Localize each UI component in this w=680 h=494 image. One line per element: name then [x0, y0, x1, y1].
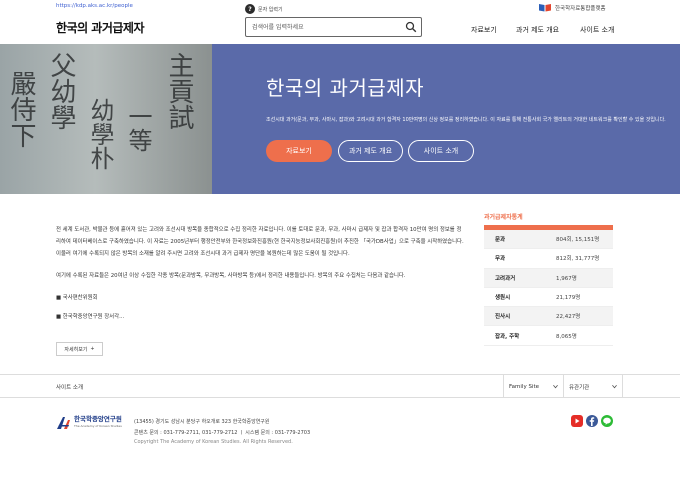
- header: https://kdp.aks.ac.kr/people 한국의 과거급제자 ?…: [0, 0, 680, 44]
- youtube-icon[interactable]: [571, 415, 583, 427]
- stat-label: 진사시: [495, 314, 511, 321]
- stat-value: 22,427명: [556, 314, 581, 321]
- stat-row-mugwa: 무과 812회, 31,777명: [484, 249, 613, 269]
- statistics-table: 문과 804회, 15,151명 무과 812회, 31,777명 고려과거 1…: [484, 230, 613, 346]
- stat-value: 812회, 31,777명: [556, 256, 600, 263]
- hero-glyph-1: 主貢試: [164, 52, 194, 130]
- related-institutions-label: 유관기관: [569, 384, 590, 391]
- search-icon[interactable]: [405, 21, 417, 33]
- footer-link-bar: 사이트 소개 Family Site 유관기관: [0, 374, 680, 398]
- hero-glyph-3: 嚴侍下: [6, 70, 36, 148]
- intro-paragraph-1: 전 세계 도서관, 박물관 등에 흩어져 있는 고려와 조선시대 방목을 종합적…: [56, 227, 464, 257]
- stat-value: 804회, 15,151명: [556, 237, 600, 244]
- character-input-helper[interactable]: ? 문자 입력기: [245, 4, 283, 14]
- footer-site-intro-link[interactable]: 사이트 소개: [56, 383, 83, 391]
- stat-label: 문과: [495, 237, 506, 244]
- search-input[interactable]: [252, 22, 402, 33]
- portal-link[interactable]: 한국학자료통합플랫폼: [538, 3, 606, 12]
- site-logo-title[interactable]: 한국의 과거급제자: [56, 19, 145, 36]
- source-item-1: ■ 국사편찬위원회: [56, 295, 98, 301]
- hero-banner: 主貢試 一等 嚴侍下 父幼學 幼學朴 한국의 과거급제자 조선시대 과거(문과,…: [0, 44, 680, 194]
- portal-label: 한국학자료통합플랫폼: [555, 5, 606, 12]
- stat-label: 생원시: [495, 295, 511, 302]
- footer: 한국학중앙연구원 The Academy of Korean Studies (…: [0, 398, 680, 494]
- more-label: 자세히보기: [64, 346, 88, 353]
- nav-data-view[interactable]: 자료보기: [471, 25, 497, 35]
- stat-label: 고려과거: [495, 275, 516, 282]
- stat-value: 1,967명: [556, 275, 577, 282]
- footer-copyright: Copyright The Academy of Korean Studies.…: [134, 439, 293, 445]
- footer-contacts: 콘텐츠 문의 : 031-779-2711, 031-779-2712 ㅣ 시스…: [134, 430, 311, 436]
- statistics-panel: 과거급제자통계 문과 804회, 15,151명 무과 812회, 31,777…: [484, 212, 613, 346]
- hero-document-image: 主貢試 一等 嚴侍下 父幼學 幼學朴: [0, 44, 212, 194]
- stat-label: 잡과, 주학: [495, 333, 520, 340]
- search-box: [245, 17, 422, 37]
- family-site-label: Family Site: [509, 383, 540, 390]
- chevron-down-icon: [612, 384, 617, 389]
- related-institutions-select[interactable]: 유관기관: [563, 375, 623, 398]
- aks-logo-subtitle: The Academy of Korean Studies: [74, 424, 122, 428]
- help-icon: ?: [245, 4, 255, 14]
- more-button[interactable]: 자세히보기 +: [56, 342, 103, 356]
- facebook-icon[interactable]: [586, 415, 598, 427]
- intro-paragraph-2: 여기에 수록된 자료들은 20여년 이상 수집한 각종 방목(문과방목, 무과방…: [56, 273, 406, 279]
- hero-glyph-5: 幼學朴: [86, 98, 114, 170]
- plus-icon: +: [90, 346, 95, 352]
- stat-row-jinsa: 진사시 22,427명: [484, 307, 613, 327]
- hero-glyph-2: 一等: [124, 104, 152, 152]
- hero-exam-overview-button[interactable]: 과거 제도 개요: [338, 140, 403, 162]
- intro-text: 전 세계 도서관, 박물관 등에 흩어져 있는 고려와 조선시대 방목을 종합적…: [56, 224, 466, 330]
- nav-exam-overview[interactable]: 과거 제도 개요: [516, 25, 559, 35]
- character-input-label: 문자 입력기: [258, 6, 283, 13]
- nav-site-intro[interactable]: 사이트 소개: [580, 25, 614, 35]
- footer-address: (13455) 경기도 성남시 분당구 하오개로 323 한국학중앙연구원: [134, 419, 270, 425]
- stat-label: 무과: [495, 256, 506, 263]
- stat-row-goryeo: 고려과거 1,967명: [484, 268, 613, 288]
- stat-row-mungwa: 문과 804회, 15,151명: [484, 230, 613, 250]
- stat-value: 8,065명: [556, 333, 577, 340]
- aks-logo-name: 한국학중앙연구원: [74, 415, 122, 423]
- stat-row-japgwa: 잡과, 주학 8,065명: [484, 326, 613, 346]
- aks-logo-mark: [57, 417, 70, 429]
- line-icon[interactable]: [601, 415, 613, 427]
- aks-logo[interactable]: 한국학중앙연구원 The Academy of Korean Studies: [56, 416, 122, 430]
- hero-title: 한국의 과거급제자: [266, 76, 425, 100]
- hero-data-view-button[interactable]: 자료보기: [266, 140, 332, 162]
- source-item-2: ■ 한국학중앙연구원 장서각...: [56, 314, 125, 320]
- statistics-title: 과거급제자통계: [484, 214, 523, 221]
- stat-value: 21,179명: [556, 295, 581, 302]
- aks-logo-text: 한국학중앙연구원 The Academy of Korean Studies: [74, 416, 122, 430]
- book-icon: [539, 4, 551, 12]
- hero-site-intro-button[interactable]: 사이트 소개: [408, 140, 474, 162]
- hero-description: 조선시대 과거(문과, 무과, 사마시, 잡과)와 고려시대 과거 합격자 10…: [266, 117, 666, 123]
- chevron-down-icon: [553, 384, 558, 389]
- site-url[interactable]: https://kdp.aks.ac.kr/people: [56, 3, 133, 9]
- family-site-select[interactable]: Family Site: [503, 375, 563, 398]
- footer-address-block: (13455) 경기도 성남시 분당구 하오개로 323 한국학중앙연구원 콘텐…: [134, 417, 310, 439]
- hero-glyph-4: 父幼學: [46, 52, 76, 130]
- stat-row-saengwon: 생원시 21,179명: [484, 288, 613, 308]
